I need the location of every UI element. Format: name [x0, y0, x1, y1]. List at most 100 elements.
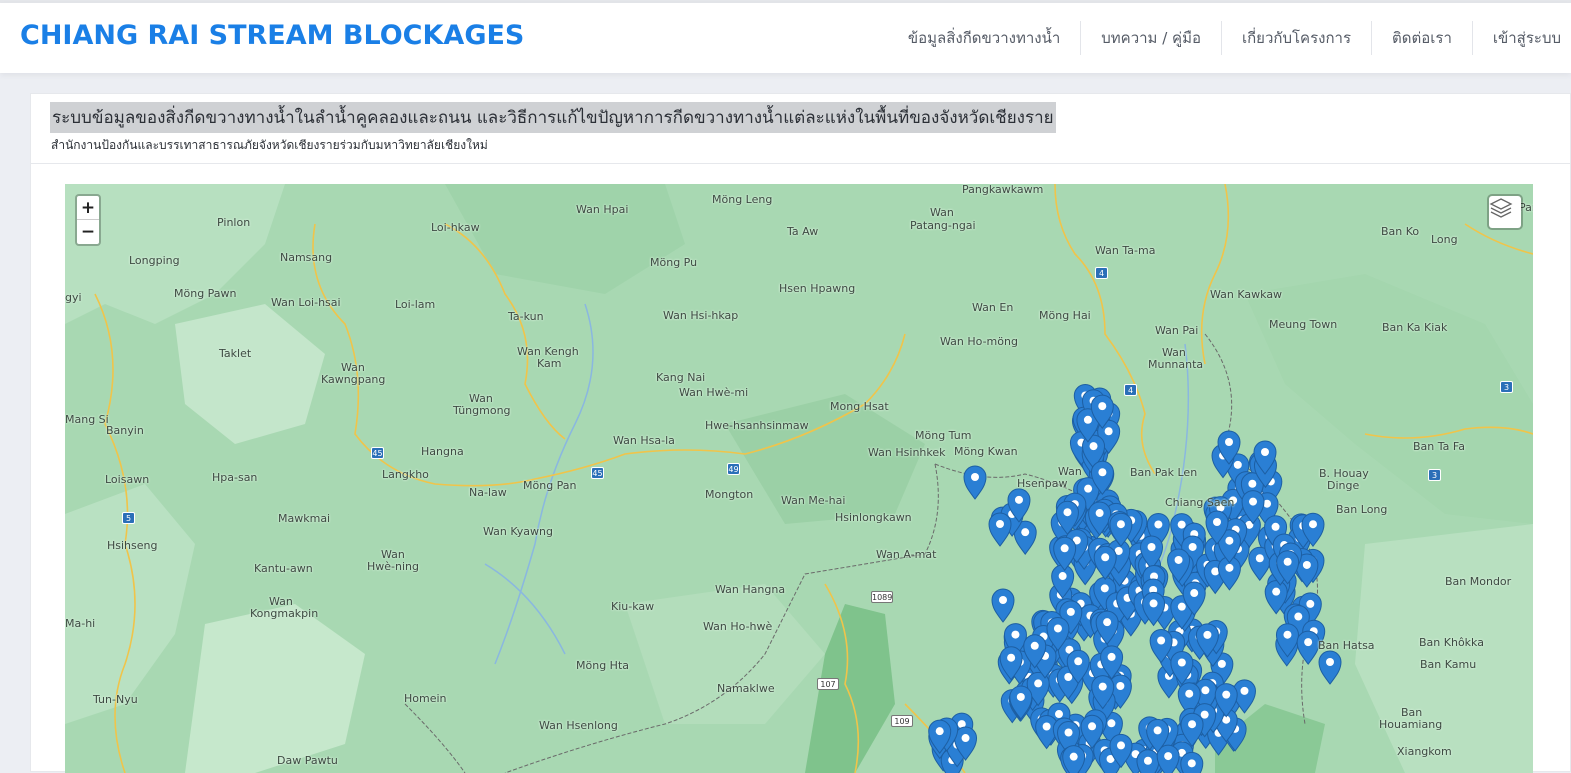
map-place-label: Ban Ka Kiak [1382, 321, 1448, 334]
map-place-label: Loi-hkaw [431, 221, 480, 234]
map-place-label: Pangkawkawm [962, 184, 1044, 196]
map-pin-icon[interactable] [991, 588, 1015, 623]
map-place-label: Ban Kamu [1420, 658, 1477, 671]
map-place-label: Daw Pawtu [277, 754, 338, 767]
map-place-label: Ta Aw [787, 225, 819, 238]
road-shield: 4 [1095, 267, 1108, 279]
road-shield: 5 [122, 512, 135, 524]
main-nav: ข้อมูลสิ่งกีดขวางทางน้ำ บทความ / คู่มือ … [888, 3, 1571, 73]
map-place-label: Homein [404, 692, 447, 705]
nav-item-articles[interactable]: บทความ / คู่มือ [1080, 21, 1221, 55]
map-place-label: Hsihseng [107, 539, 158, 552]
map-place-label: Xiangkom [1397, 745, 1452, 758]
map-pin-icon[interactable] [1296, 630, 1320, 665]
map-place-label: Meung Town [1269, 318, 1338, 331]
nav-item-contact[interactable]: ติดต่อเรา [1371, 21, 1472, 55]
map-pin-icon[interactable] [1053, 536, 1077, 572]
map-place-label: Na-law [469, 486, 507, 499]
map-place-label: Ma-hi [65, 617, 96, 630]
brand-logo-text[interactable]: CHIANG RAI STREAM BLOCKAGES [20, 20, 524, 51]
map-place-label: Ban Long [1336, 503, 1388, 516]
map-place-label: Möng Pan [523, 479, 577, 492]
road-shield: 107 [817, 678, 839, 690]
map-pin-icon[interactable] [1318, 650, 1342, 685]
map-place-label: Namaklwe [717, 682, 775, 695]
map-place-label: Möng Tum [915, 429, 972, 442]
zoom-out-button[interactable]: − [77, 220, 99, 244]
layers-icon [1489, 198, 1513, 218]
layers-button[interactable] [1487, 194, 1523, 230]
card-header: ระบบข้อมูลของสิ่งกีดขวางทางน้ำในลำน้ำคูค… [31, 94, 1571, 164]
zoom-in-button[interactable]: + [77, 196, 99, 220]
map-place-label: gyi [65, 291, 82, 304]
map-place-label: Langkho [382, 468, 429, 481]
map-place-label: Tun-Nyu [93, 693, 138, 706]
map-place-label: Kongmakpin [250, 607, 319, 620]
map-place-label: Wan Hsinhkek [868, 446, 946, 459]
map-place-label: Wan [930, 206, 954, 219]
road-shield: 109 [891, 715, 913, 727]
map-place-label: Ban Hatsa [1318, 639, 1375, 652]
map-place-label: Kang Nai [656, 371, 706, 384]
map-place-label: Möng Kwan [954, 445, 1018, 458]
page-subtitle: สำนักงานป้องกันและบรรเทาสาธารณภัยจังหวัด… [51, 138, 488, 152]
map-place-label: Kam [537, 357, 562, 370]
map-place-label: Möng Pawn [174, 287, 237, 300]
map-place-label: Möng Leng [712, 193, 773, 206]
map-pin-icon[interactable] [1180, 751, 1204, 773]
map-place-label: Ban Khôkka [1419, 636, 1484, 649]
map-place-label: Wan A-mat [876, 548, 937, 561]
map-place-label: Houamiang [1379, 718, 1443, 731]
map-place-label: Banyin [106, 424, 144, 437]
road-shield: 4 [1124, 384, 1137, 396]
map-pin-icon[interactable] [1136, 749, 1160, 773]
map-place-label: Ta-kun [508, 310, 544, 323]
map-place-label: Chiang Saen [1165, 496, 1235, 509]
map-place-label: Ban Ta Fa [1413, 440, 1465, 453]
map-place-label: Longping [129, 254, 180, 267]
map-pin-icon[interactable] [988, 512, 1012, 547]
map-place-label: Loi-lam [395, 298, 436, 311]
map-place-label: Hangna [421, 445, 464, 458]
map-place-label: Hwe-hsanhsinmaw [705, 419, 809, 432]
map-place-label: Ban Mondor [1445, 575, 1512, 588]
road-shield: 3 [1428, 469, 1441, 481]
map-place-label: Wan Pai [1155, 324, 1199, 337]
map-place-label: Möng Hta [576, 659, 629, 672]
map-place-label: Loisawn [105, 473, 150, 486]
map-place-label: Wan En [972, 301, 1014, 314]
road-shield: 1089 [871, 591, 893, 603]
map-pin-icon[interactable] [963, 465, 987, 500]
map-place-label: Wan Hsenlong [539, 719, 618, 732]
nav-item-about[interactable]: เกี่ยวกับโครงการ [1220, 21, 1371, 55]
content-card: ระบบข้อมูลของสิ่งกีดขวางทางน้ำในลำน้ำคูค… [30, 93, 1571, 773]
map-place-label: Mawkmai [278, 512, 331, 525]
map-place-label: Long [1431, 233, 1458, 246]
map-view[interactable]: Pangkawkawm Wan Hpai Möng Leng Wan Patang-ng… [65, 184, 1533, 773]
nav-item-login[interactable]: เข้าสู่ระบบ [1471, 21, 1571, 55]
zoom-control: + − [75, 194, 101, 246]
map-place-label: Ban Ko [1381, 225, 1420, 238]
road-shield: 49 [727, 463, 740, 475]
map-place-label: Hsinlongkawn [835, 511, 912, 524]
map-place-label: Wan Loi-hsai [271, 296, 341, 309]
terrain-layer [65, 184, 1533, 773]
map-place-label: Möng Hai [1039, 309, 1091, 322]
map-place-label: Kawngpang [321, 373, 386, 386]
map-place-label: Kantu-awn [254, 562, 313, 575]
nav-item-blockage-data[interactable]: ข้อมูลสิ่งกีดขวางทางน้ำ [888, 21, 1080, 55]
map-place-label: Namsang [280, 251, 333, 264]
map-place-label: Taklet [219, 347, 252, 360]
map-place-label: Möng Pu [650, 256, 698, 269]
map-place-label: Patang-ngai [910, 219, 976, 232]
map-place-label: Wan Kawkaw [1210, 288, 1283, 301]
map-place-label: Hsenpaw [1017, 477, 1068, 490]
map-place-label: Mongton [705, 488, 754, 501]
road-shield: 45 [371, 447, 384, 459]
map-place-label: Munnanta [1148, 358, 1204, 371]
map-place-label: Hsen Hpawng [779, 282, 856, 295]
map-place-label: Wan Hwè-mi [679, 386, 749, 399]
map-place-label: Wan Ho-hwè [703, 620, 773, 633]
map-place-label: Wan Me-hai [781, 494, 846, 507]
map-place-label: Wan Kyawng [483, 525, 553, 538]
